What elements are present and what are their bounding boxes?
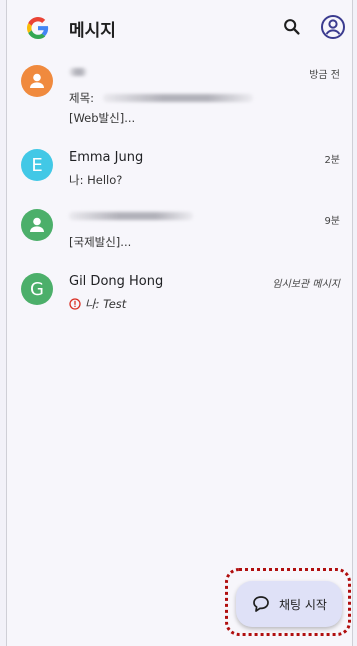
chat-bubble-icon <box>253 596 269 612</box>
conversation-item[interactable]: G Gil Dong Hong 임시보관 메시지 나: Test <box>7 270 352 350</box>
conversation-name: Emma Jung <box>69 150 144 165</box>
conversation-snippet: 나: Hello? <box>69 173 123 187</box>
conversation-subject: 제목: <box>69 91 95 105</box>
conversation-snippet: 나: Test <box>85 297 127 311</box>
conversation-snippet: [Web발신]... <box>69 111 136 125</box>
conversation-time: 방금 전 <box>309 70 340 81</box>
avatar: E <box>21 149 53 181</box>
app-title: 메시지 <box>69 21 116 41</box>
person-icon <box>30 73 44 88</box>
redacted-subject <box>103 94 253 102</box>
avatar-letter: E <box>31 154 43 176</box>
draft-label: 임시보관 메시지 <box>272 279 340 290</box>
redacted-name <box>69 212 193 220</box>
conversation-snippet: [국제발신]... <box>69 235 132 249</box>
avatar <box>21 65 53 97</box>
google-g-icon <box>27 17 49 39</box>
search-icon[interactable] <box>281 16 303 38</box>
conversation-time: 9분 <box>324 216 340 227</box>
conversation-time: 2분 <box>324 155 340 166</box>
conversation-name: Gil Dong Hong <box>69 274 164 289</box>
avatar: G <box>21 273 53 305</box>
error-icon <box>69 298 81 310</box>
redacted-name <box>69 68 87 76</box>
person-icon <box>30 217 44 232</box>
conversation-item[interactable]: 방금 전 제목: [Web발신]... <box>7 62 352 142</box>
account-circle-icon[interactable] <box>320 14 346 40</box>
start-chat-button[interactable]: 채팅 시작 <box>236 581 342 627</box>
avatar <box>21 209 53 241</box>
app-frame: 메시지 방금 전 제목: [Web발신]... E Emma Jung 2분 나… <box>6 0 353 646</box>
avatar-letter: G <box>30 278 44 300</box>
top-app-bar: 메시지 <box>7 0 352 56</box>
start-chat-label: 채팅 시작 <box>279 598 327 612</box>
